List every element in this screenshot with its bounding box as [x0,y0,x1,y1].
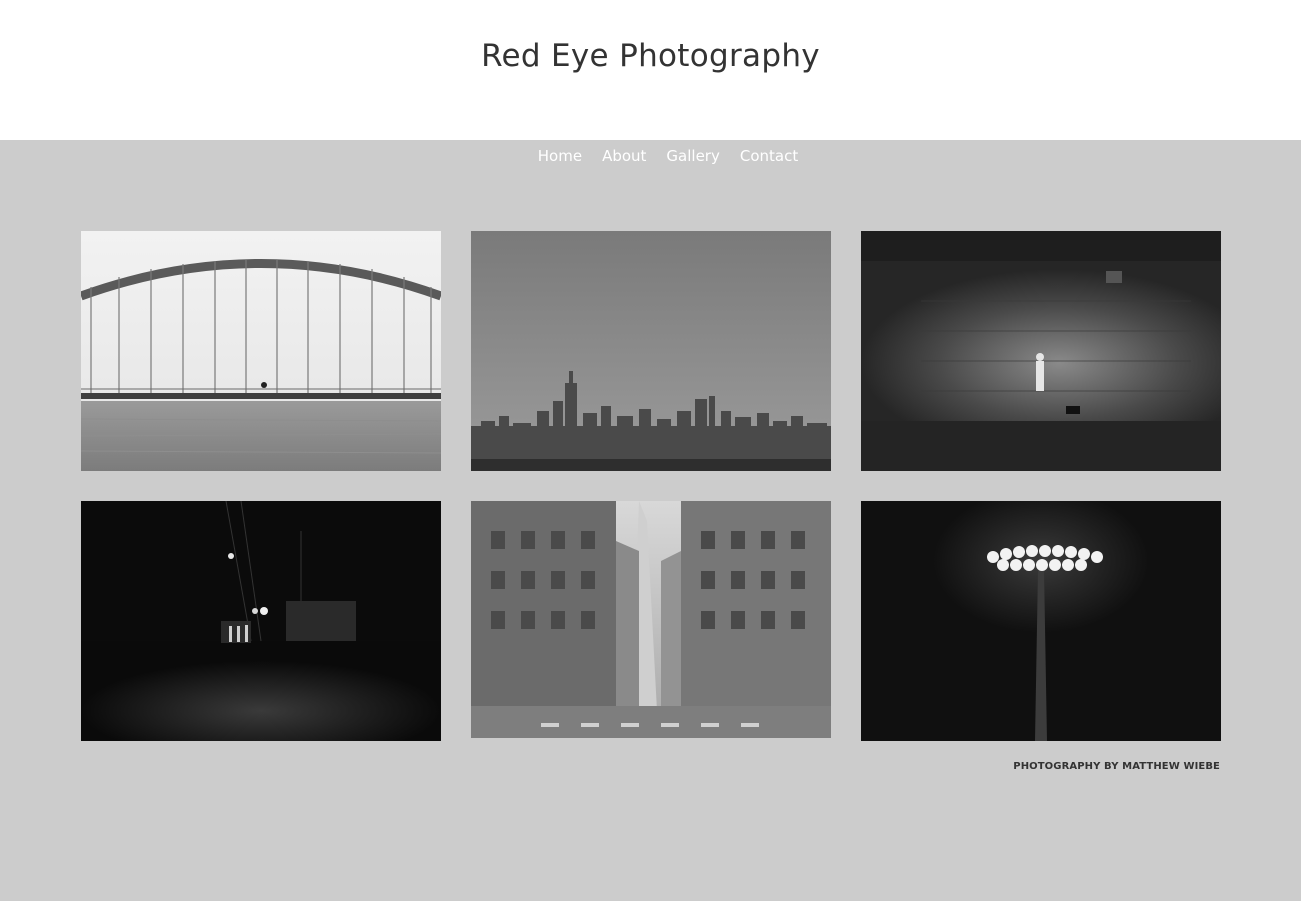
night-street-photo-image [81,501,441,741]
main-nav: Home About Gallery Contact [0,146,1301,166]
gallery-photo-bridge[interactable] [81,231,441,471]
gallery-photo-wall[interactable] [861,231,1221,471]
site-header: Red Eye Photography [0,0,1301,140]
downtown-photo-image [471,501,831,741]
nav-about-link[interactable]: About [602,146,646,166]
nav-gallery-link[interactable]: Gallery [666,146,719,166]
floodlight-photo-image [861,501,1221,741]
gallery-photo-downtown[interactable] [471,501,831,741]
gallery-photo-floodlight[interactable] [861,501,1221,741]
nav-contact-link[interactable]: Contact [740,146,798,166]
photography-credit: PHOTOGRAPHY BY MATTHEW WIEBE [1013,761,1220,772]
site-title[interactable]: Red Eye Photography [0,38,1301,74]
gallery-photo-skyline[interactable] [471,231,831,471]
gallery-photo-night-street[interactable] [81,501,441,741]
skyline-photo-image [471,231,831,471]
bridge-photo-image [81,231,441,471]
wall-photo-image [861,231,1221,471]
nav-home-link[interactable]: Home [538,146,582,166]
